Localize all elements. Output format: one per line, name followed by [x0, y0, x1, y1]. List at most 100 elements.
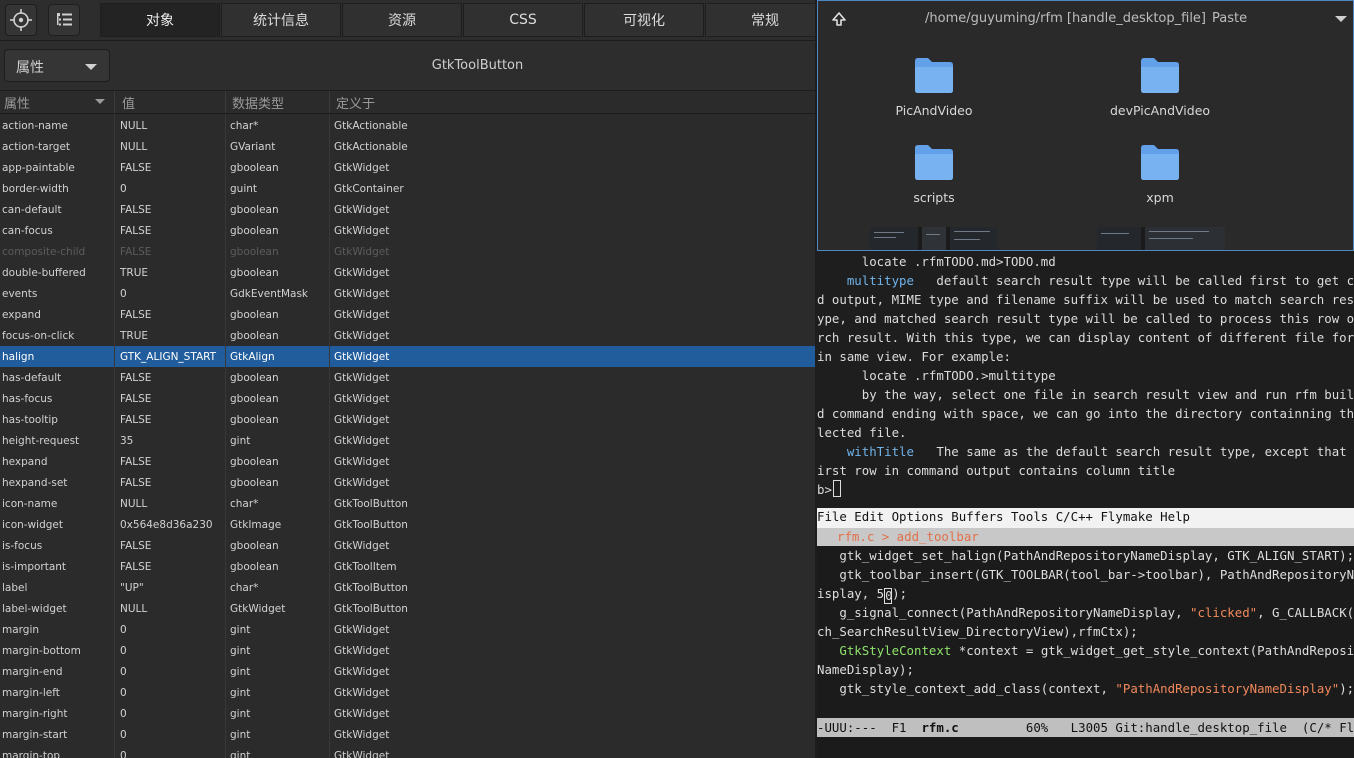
up-arrow-icon[interactable]	[830, 10, 848, 28]
table-row[interactable]: icon-name NULL char* GtkToolButton	[0, 493, 815, 514]
column-header-type[interactable]: 数据类型	[232, 93, 284, 112]
property-value[interactable]: NULL	[120, 141, 147, 153]
tab-statistics[interactable]: 统计信息	[221, 3, 341, 37]
emacs-menu-bar[interactable]: File Edit Options Buffers Tools C/C++ Fl…	[817, 508, 1354, 528]
table-row[interactable]: label-widget NULL GtkWidget GtkToolButton	[0, 598, 815, 619]
object-hierarchy-button[interactable]	[48, 4, 80, 36]
property-value[interactable]: FALSE	[120, 309, 151, 321]
table-row[interactable]: is-focus FALSE gboolean GtkWidget	[0, 535, 815, 556]
table-row[interactable]: hexpand FALSE gboolean GtkWidget	[0, 451, 815, 472]
property-name: border-width	[2, 183, 69, 195]
property-name: focus-on-click	[2, 330, 75, 342]
tab-visual[interactable]: 可视化	[584, 3, 704, 37]
property-value[interactable]: FALSE	[120, 204, 151, 216]
property-value[interactable]: NULL	[120, 498, 147, 510]
tab-css[interactable]: CSS	[463, 3, 583, 37]
folder-icon	[915, 145, 953, 180]
emacs-editor[interactable]: File Edit Options Buffers Tools C/C++ Fl…	[817, 508, 1354, 758]
property-type: GdkEventMask	[230, 288, 309, 300]
table-row[interactable]: can-default FALSE gboolean GtkWidget	[0, 199, 815, 220]
property-defined-in: GtkToolButton	[334, 519, 408, 531]
property-value[interactable]: "UP"	[120, 582, 144, 594]
property-value[interactable]: GTK_ALIGN_START	[120, 351, 216, 363]
property-value[interactable]: 0	[120, 645, 127, 657]
property-value[interactable]: 0x564e8d36a230	[120, 519, 213, 531]
column-header-value[interactable]: 值	[122, 93, 135, 112]
table-row[interactable]: margin-start 0 gint GtkWidget	[0, 724, 815, 745]
code-line: ch_SearchResultView_DirectoryView),rfmCt…	[817, 624, 1138, 639]
table-row[interactable]: margin-left 0 gint GtkWidget	[0, 682, 815, 703]
chevron-down-icon[interactable]	[1335, 16, 1347, 22]
property-value[interactable]: FALSE	[120, 414, 151, 426]
property-value[interactable]: 0	[120, 624, 127, 636]
table-row[interactable]: margin-top 0 gint GtkWidget	[0, 745, 815, 758]
property-value[interactable]: 0	[120, 750, 127, 758]
property-value[interactable]: FALSE	[120, 393, 151, 405]
image-thumbnail[interactable]	[870, 227, 998, 250]
property-value[interactable]: 35	[120, 435, 133, 447]
table-row[interactable]: border-width 0 guint GtkContainer	[0, 178, 815, 199]
tab-general[interactable]: 常规	[705, 3, 815, 37]
property-value[interactable]: FALSE	[120, 540, 151, 552]
property-value[interactable]: 0	[120, 666, 127, 678]
property-defined-in: GtkWidget	[334, 456, 390, 468]
minibuffer[interactable]	[817, 737, 1354, 758]
property-value[interactable]: TRUE	[120, 330, 148, 342]
property-value[interactable]: FALSE	[120, 162, 151, 174]
table-row[interactable]: has-focus FALSE gboolean GtkWidget	[0, 388, 815, 409]
table-row[interactable]: hexpand-set FALSE gboolean GtkWidget	[0, 472, 815, 493]
property-value[interactable]: FALSE	[120, 246, 151, 258]
table-row[interactable]: margin 0 gint GtkWidget	[0, 619, 815, 640]
property-defined-in: GtkWidget	[334, 708, 390, 720]
table-row[interactable]: has-default FALSE gboolean GtkWidget	[0, 367, 815, 388]
tab-resources[interactable]: 资源	[342, 3, 462, 37]
table-row[interactable]: is-important FALSE gboolean GtkToolItem	[0, 556, 815, 577]
table-row[interactable]: has-tooltip FALSE gboolean GtkWidget	[0, 409, 815, 430]
table-row[interactable]: margin-right 0 gint GtkWidget	[0, 703, 815, 724]
property-value[interactable]: 0	[120, 288, 127, 300]
property-value[interactable]: FALSE	[120, 456, 151, 468]
code-text: );	[892, 586, 908, 601]
column-header-defined-in[interactable]: 定义于	[336, 93, 375, 112]
table-row[interactable]: action-name NULL char* GtkActionable	[0, 115, 815, 136]
folder-item[interactable]: devPicAndVideo	[1105, 55, 1215, 118]
table-row[interactable]: halign GTK_ALIGN_START GtkAlign GtkWidget	[0, 346, 815, 367]
folder-item[interactable]: scripts	[879, 142, 989, 205]
terminal-prompt[interactable]: b>	[817, 480, 841, 499]
property-value[interactable]: 0	[120, 183, 127, 195]
table-row[interactable]: icon-widget 0x564e8d36a230 GtkImage GtkTool…	[0, 514, 815, 535]
property-value[interactable]: FALSE	[120, 561, 151, 573]
folder-item[interactable]: xpm	[1105, 142, 1215, 205]
column-divider	[329, 115, 330, 758]
table-row[interactable]: composite-child FALSE gboolean GtkWidget	[0, 241, 815, 262]
table-row[interactable]: double-buffered TRUE gboolean GtkWidget	[0, 262, 815, 283]
table-row[interactable]: events 0 GdkEventMask GtkWidget	[0, 283, 815, 304]
table-row[interactable]: label "UP" char* GtkToolButton	[0, 577, 815, 598]
path-and-repository-name[interactable]: /home/guyuming/rfm [handle_desktop_file]	[925, 11, 1206, 26]
paste-button[interactable]: Paste	[1212, 11, 1247, 26]
property-value[interactable]: NULL	[120, 603, 147, 615]
tab-object[interactable]: 对象	[100, 3, 220, 37]
property-value[interactable]: 0	[120, 729, 127, 741]
table-row[interactable]: expand FALSE gboolean GtkWidget	[0, 304, 815, 325]
table-row[interactable]: margin-end 0 gint GtkWidget	[0, 661, 815, 682]
table-row[interactable]: focus-on-click TRUE gboolean GtkWidget	[0, 325, 815, 346]
property-value[interactable]: FALSE	[120, 477, 151, 489]
pick-widget-button[interactable]	[5, 4, 37, 36]
table-row[interactable]: app-paintable FALSE gboolean GtkWidget	[0, 157, 815, 178]
column-header-property[interactable]: 属性	[4, 93, 30, 112]
table-row[interactable]: action-target NULL GVariant GtkActionable	[0, 136, 815, 157]
terminal-output[interactable]: locate .rfmTODO.md>TODO.md multitype def…	[817, 252, 1354, 508]
property-value[interactable]: FALSE	[120, 372, 151, 384]
property-value[interactable]: 0	[120, 687, 127, 699]
folder-item[interactable]: PicAndVideo	[879, 55, 989, 118]
property-value[interactable]: FALSE	[120, 225, 151, 237]
table-row[interactable]: height-request 35 gint GtkWidget	[0, 430, 815, 451]
folder-icon	[1141, 58, 1179, 93]
property-value[interactable]: 0	[120, 708, 127, 720]
property-value[interactable]: NULL	[120, 120, 147, 132]
image-thumbnail[interactable]	[1097, 227, 1225, 250]
property-value[interactable]: TRUE	[120, 267, 148, 279]
table-row[interactable]: margin-bottom 0 gint GtkWidget	[0, 640, 815, 661]
table-row[interactable]: can-focus FALSE gboolean GtkWidget	[0, 220, 815, 241]
